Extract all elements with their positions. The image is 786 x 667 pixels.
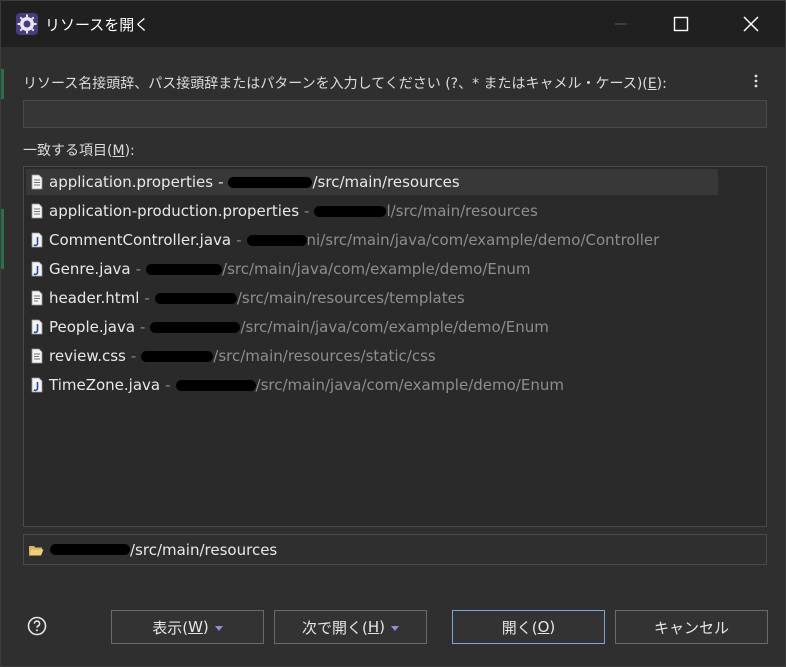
pattern-label: リソース名接頭辞、パス接頭辞またはパターンを入力してください (?、* またはキ… <box>23 73 667 93</box>
file-name: People.java <box>49 318 136 336</box>
redaction-mark <box>146 263 223 275</box>
path-separator: - <box>140 318 146 336</box>
redaction-mark <box>246 234 307 246</box>
show-button-label: 表示( <box>152 618 189 637</box>
open-resource-dialog: リソースを開く リソース名接頭辞、パス接頭辞またはパターンを入力してください (… <box>0 0 786 667</box>
list-item[interactable]: CommentController.java - ni/src/main/jav… <box>26 227 659 253</box>
pattern-input[interactable] <box>23 100 767 128</box>
maximize-button[interactable] <box>651 1 711 47</box>
resource-details-bar: /src/main/resources <box>23 534 767 565</box>
file-path: l/src/main/resources <box>386 202 538 220</box>
editor-edge-marker <box>1 69 4 99</box>
list-item[interactable]: review.css - /src/main/resources/static/… <box>26 343 436 369</box>
properties-file-icon <box>31 203 43 219</box>
html-file-icon <box>31 290 43 306</box>
path-separator: - <box>304 202 310 220</box>
matching-items-mnemonic: M <box>112 143 125 159</box>
matching-items-label: 一致する項目(M): <box>23 140 135 160</box>
java-file-icon <box>31 261 43 277</box>
path-separator: - <box>165 376 171 394</box>
path-separator: - <box>218 173 224 191</box>
redaction-mark <box>150 321 241 333</box>
matching-items-label-text: 一致する項目( <box>23 143 113 159</box>
minimize-icon <box>615 23 627 25</box>
path-separator: - <box>144 289 150 307</box>
list-item[interactable]: TimeZone.java - /src/main/java/com/examp… <box>26 372 564 398</box>
title-bar: リソースを開く <box>1 1 785 47</box>
java-file-icon <box>31 377 43 393</box>
file-path: /src/main/java/com/example/demo/Enum <box>255 376 564 394</box>
cancel-button[interactable]: キャンセル <box>615 610 768 644</box>
file-path: ni/src/main/java/com/example/demo/Contro… <box>306 231 660 249</box>
file-path: /src/main/resources/templates <box>236 289 465 307</box>
open-button[interactable]: 開く(O) <box>452 610 605 644</box>
file-name: application-production.properties <box>49 202 300 220</box>
matching-items-list[interactable]: application.properties - /src/main/resou… <box>23 166 767 527</box>
pattern-label-mnemonic: E <box>647 76 657 92</box>
show-button-mnemonic: W <box>188 618 203 636</box>
show-button[interactable]: 表示(W) <box>111 610 264 644</box>
list-item[interactable]: application-production.properties - l/sr… <box>26 198 538 224</box>
path-separator: - <box>236 231 242 249</box>
redaction-mark <box>228 176 313 188</box>
show-button-suffix: ) <box>202 618 209 636</box>
close-button[interactable] <box>721 1 781 47</box>
file-path: /src/main/java/com/example/demo/Enum <box>240 318 549 336</box>
java-file-icon <box>31 232 43 248</box>
list-item[interactable]: header.html - /src/main/resources/templa… <box>26 285 465 311</box>
dropdown-caret-icon <box>391 625 399 631</box>
editor-edge-marker <box>1 209 4 269</box>
file-name: review.css <box>49 347 126 365</box>
file-path: /src/main/java/com/example/demo/Enum <box>222 260 531 278</box>
file-name: Genre.java <box>49 260 131 278</box>
dropdown-caret-icon <box>214 625 223 631</box>
open-with-button-suffix: ) <box>379 618 385 636</box>
open-with-button-label: 次で開く( <box>302 618 368 637</box>
eclipse-icon <box>16 13 38 35</box>
open-button-label: 開く( <box>501 618 538 637</box>
list-item[interactable]: application.properties - /src/main/resou… <box>26 169 718 195</box>
folder-open-icon <box>29 545 44 555</box>
list-item[interactable]: People.java - /src/main/java/com/example… <box>26 314 549 340</box>
folder-path: /src/main/resources <box>130 540 278 559</box>
help-icon[interactable] <box>27 616 47 636</box>
file-name: CommentController.java <box>49 231 232 249</box>
cancel-button-label: キャンセル <box>653 618 729 637</box>
list-item[interactable]: Genre.java - /src/main/java/com/example/… <box>26 256 530 282</box>
pattern-label-text: リソース名接頭辞、パス接頭辞またはパターンを入力してください (?、* またはキ… <box>23 76 648 92</box>
path-separator: - <box>130 347 137 365</box>
redaction-mark <box>141 350 214 362</box>
maximize-icon <box>673 16 689 32</box>
file-name: application.properties <box>49 173 214 191</box>
properties-file-icon <box>31 174 43 190</box>
redaction-mark <box>154 292 237 304</box>
close-icon <box>743 16 759 32</box>
redaction-mark <box>175 379 256 391</box>
open-button-mnemonic: O <box>537 618 550 636</box>
file-path: /src/main/resources <box>312 173 460 191</box>
file-path: /src/main/resources/static/css <box>213 347 436 365</box>
window-title: リソースを開く <box>45 16 150 34</box>
file-name: header.html <box>49 289 140 307</box>
open-with-button[interactable]: 次で開く(H) <box>274 610 427 644</box>
redaction-mark <box>314 205 387 217</box>
css-file-icon <box>31 348 43 364</box>
file-name: TimeZone.java <box>49 376 161 394</box>
redaction-mark <box>50 544 130 555</box>
java-file-icon <box>31 319 43 335</box>
open-button-suffix: ) <box>549 618 556 636</box>
open-with-button-mnemonic: H <box>367 618 380 636</box>
pattern-label-suffix: ): <box>656 76 667 92</box>
view-menu-icon[interactable] <box>749 71 763 91</box>
matching-items-suffix: ): <box>124 143 135 159</box>
path-separator: - <box>135 260 142 278</box>
minimize-button[interactable] <box>591 1 651 47</box>
